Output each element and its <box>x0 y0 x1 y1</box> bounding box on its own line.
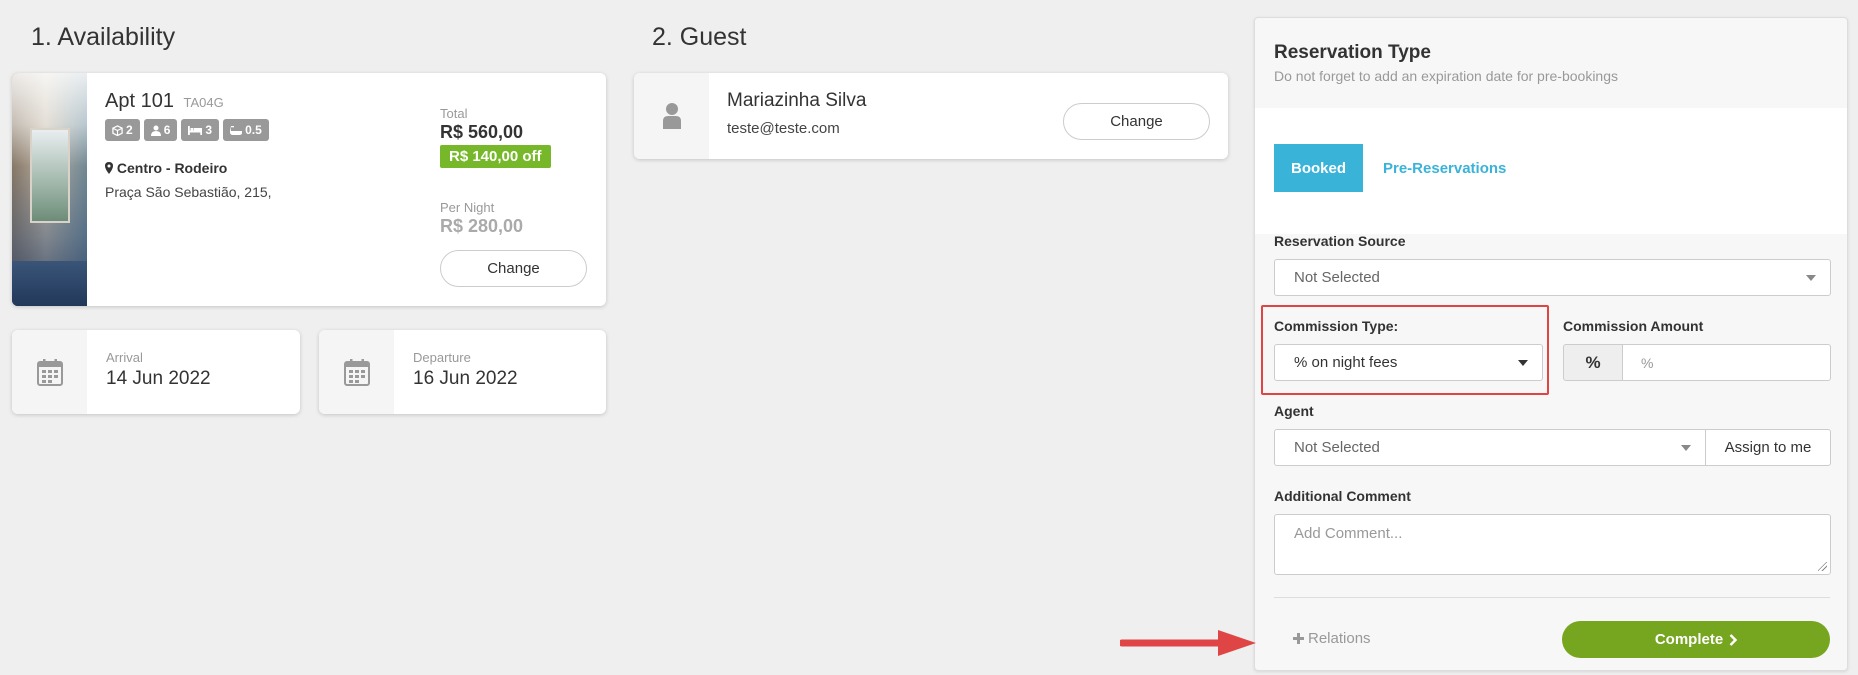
guest-icon-box <box>634 73 709 159</box>
user-icon <box>150 125 161 136</box>
assign-to-me-button[interactable]: Assign to me <box>1705 429 1831 466</box>
commission-amount-label: Commission Amount <box>1563 318 1704 334</box>
beds-badge: 3 <box>181 119 220 141</box>
comment-textarea[interactable]: Add Comment... <box>1274 514 1831 575</box>
comment-placeholder: Add Comment... <box>1294 525 1403 542</box>
agent-select[interactable]: Not Selected <box>1274 429 1706 466</box>
cube-icon <box>112 124 123 136</box>
apartment-photo <box>12 73 87 306</box>
complete-button[interactable]: Complete <box>1562 621 1830 658</box>
commission-amount-input[interactable]: % <box>1622 344 1831 381</box>
guest-title: 2. Guest <box>652 23 747 51</box>
discount-badge: R$ 140,00 off <box>440 145 551 168</box>
apartment-location: Centro - Rodeiro <box>105 160 227 176</box>
apartment-address: Praça São Sebastião, 215, <box>105 184 272 200</box>
apartment-code: TA04G <box>183 95 224 110</box>
complete-label: Complete <box>1654 631 1724 648</box>
change-guest-button[interactable]: Change <box>1063 103 1210 140</box>
bed-icon <box>188 126 203 135</box>
apartment-name-text: Apt 101 <box>105 90 174 112</box>
commission-type-value: % on night fees <box>1294 354 1398 371</box>
departure-date: 16 Jun 2022 <box>413 368 518 389</box>
commission-type-select[interactable]: % on night fees <box>1274 344 1543 381</box>
user-icon <box>662 103 681 129</box>
per-night-label: Per Night <box>440 200 495 215</box>
baths-badge: 0.5 <box>223 119 269 141</box>
per-night-value: R$ 280,00 <box>440 216 524 236</box>
departure-card[interactable]: Departure 16 Jun 2022 <box>319 330 606 414</box>
total-label: Total <box>440 106 468 121</box>
reservation-panel: Reservation Type Do not forget to add an… <box>1254 17 1848 671</box>
reservation-title: Reservation Type <box>1274 42 1431 63</box>
reservation-source-label: Reservation Source <box>1274 233 1406 249</box>
chevron-down-icon <box>1681 444 1691 451</box>
bath-icon <box>230 125 243 135</box>
apartment-card: Apt 101 TA04G 2 6 3 0.5 Centro - Rodeiro… <box>12 73 606 306</box>
reservation-source-select[interactable]: Not Selected <box>1274 259 1831 296</box>
rooms-badge: 2 <box>105 119 140 141</box>
guests-badge-value: 6 <box>163 123 171 137</box>
agent-value: Not Selected <box>1294 439 1380 456</box>
reservation-tabs: Booked Pre-Reservations <box>1255 108 1847 234</box>
plus-icon <box>1293 633 1304 644</box>
change-apartment-button[interactable]: Change <box>440 250 587 287</box>
apartment-name: Apt 101 TA04G <box>105 90 224 113</box>
departure-icon-box <box>319 330 394 414</box>
arrival-date: 14 Jun 2022 <box>106 368 211 389</box>
map-marker-icon <box>105 162 113 174</box>
departure-label: Departure <box>413 350 471 365</box>
chevron-right-icon <box>1729 633 1738 646</box>
arrival-label: Arrival <box>106 350 143 365</box>
guest-card: Mariazinha Silva teste@teste.com Change <box>634 73 1228 159</box>
beds-badge-value: 3 <box>205 123 213 137</box>
apartment-location-text: Centro - Rodeiro <box>116 160 228 176</box>
guests-badge: 6 <box>143 119 178 141</box>
calendar-icon <box>343 359 370 386</box>
reservation-subtitle: Do not forget to add an expiration date … <box>1274 68 1618 84</box>
relations-button[interactable]: Relations <box>1293 630 1371 647</box>
agent-label: Agent <box>1274 403 1314 419</box>
arrival-icon-box <box>12 330 87 414</box>
tab-booked[interactable]: Booked <box>1274 144 1363 192</box>
chevron-down-icon <box>1518 359 1528 366</box>
guest-email: teste@teste.com <box>727 120 840 137</box>
apartment-badges: 2 6 3 0.5 <box>105 119 269 141</box>
percent-addon: % <box>1563 344 1623 381</box>
reservation-header: Reservation Type Do not forget to add an… <box>1255 18 1847 108</box>
tab-pre-reservations[interactable]: Pre-Reservations <box>1383 144 1506 192</box>
chevron-down-icon <box>1806 274 1816 281</box>
footer-divider <box>1274 597 1830 598</box>
resize-handle-icon[interactable] <box>1818 562 1827 571</box>
rooms-badge-value: 2 <box>126 123 133 137</box>
annotation-arrow-icon <box>1120 630 1256 656</box>
arrival-card[interactable]: Arrival 14 Jun 2022 <box>12 330 300 414</box>
baths-badge-value: 0.5 <box>245 123 262 137</box>
guest-name: Mariazinha Silva <box>727 90 867 111</box>
availability-title: 1. Availability <box>31 23 176 51</box>
additional-comment-label: Additional Comment <box>1274 488 1411 504</box>
relations-label: Relations <box>1308 630 1371 647</box>
total-value: R$ 560,00 <box>440 122 524 142</box>
commission-type-label: Commission Type: <box>1274 318 1399 334</box>
reservation-source-value: Not Selected <box>1294 269 1380 286</box>
calendar-icon <box>36 359 63 386</box>
